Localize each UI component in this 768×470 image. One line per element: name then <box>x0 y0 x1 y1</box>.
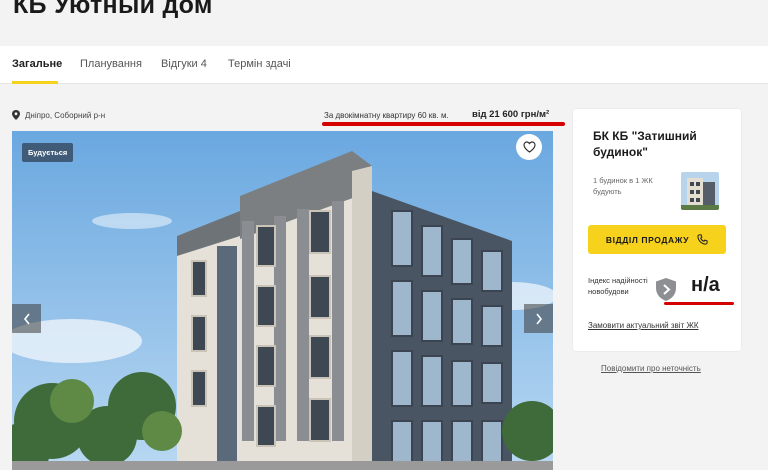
status-badge: Будується <box>22 143 74 162</box>
developer-info: 1 будинок в 1 ЖК будують <box>593 176 653 196</box>
red-annotation-underline-2 <box>664 302 734 305</box>
title-bar: КБ Уютный дом <box>0 0 768 46</box>
chevron-right-icon <box>535 313 542 324</box>
building-photo[interactable]: Будується <box>12 131 553 470</box>
sales-department-button[interactable]: ВІДДІЛ ПРОДАЖУ <box>588 225 726 254</box>
tab-layouts[interactable]: Планування <box>80 58 142 70</box>
phone-icon <box>697 234 708 245</box>
red-annotation-underline <box>322 122 565 126</box>
next-photo-button[interactable] <box>524 304 553 333</box>
price-value: від 21 600 грн/м² <box>472 109 550 120</box>
developer-name[interactable]: БК КБ "Затишний будинок" <box>593 128 713 160</box>
building-thumbnail-image <box>681 172 719 210</box>
prev-photo-button[interactable] <box>12 304 41 333</box>
chevron-left-icon <box>23 313 30 324</box>
tab-completion[interactable]: Термін здачі <box>228 58 291 70</box>
reliability-value: н/а <box>691 274 720 296</box>
report-inaccuracy-link[interactable]: Повідомити про неточність <box>601 364 701 373</box>
location-text: Дніпро, Соборний р-н <box>25 110 106 120</box>
price-note: За двокімнатну квартиру 60 кв. м. <box>324 111 449 120</box>
sales-button-label: ВІДДІЛ ПРОДАЖУ <box>605 234 690 245</box>
heart-icon <box>522 141 536 153</box>
shield-icon <box>656 278 676 301</box>
developer-card: БК КБ "Затишний будинок" 1 будинок в 1 Ж… <box>573 109 741 351</box>
favorite-button[interactable] <box>516 134 542 160</box>
developer-thumbnail[interactable] <box>681 172 719 210</box>
building-render <box>12 131 553 470</box>
page-title: КБ Уютный дом <box>13 0 213 19</box>
tab-reviews[interactable]: Відгуки 4 <box>161 58 207 70</box>
map-pin-icon <box>12 110 20 120</box>
active-tab-indicator <box>12 81 58 84</box>
location: Дніпро, Соборний р-н <box>12 110 105 120</box>
tab-bar: Загальне Планування Відгуки 4 Термін зда… <box>0 46 768 84</box>
order-report-link[interactable]: Замовити актуальний звіт ЖК <box>588 321 699 330</box>
tab-general[interactable]: Загальне <box>12 58 62 70</box>
reliability-label: Індекс надійності новобудови <box>588 276 648 296</box>
